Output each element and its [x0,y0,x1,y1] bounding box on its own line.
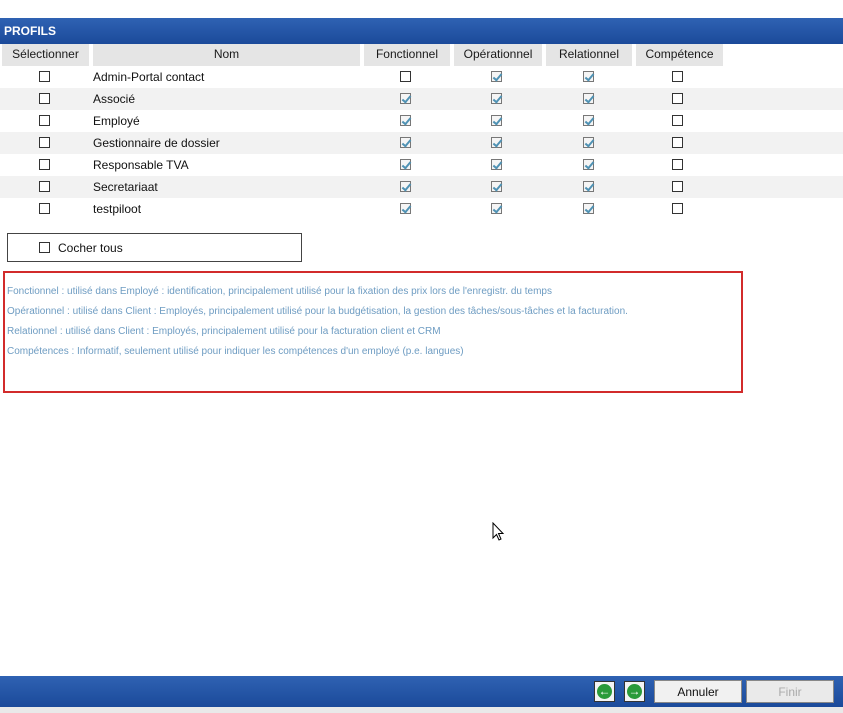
competence-checkbox[interactable] [672,203,683,214]
table-row: Admin-Portal contact [0,66,843,88]
column-header-operationnel: Opérationnel [454,44,542,66]
relationnel-checkbox[interactable] [583,203,594,214]
relationnel-checkbox[interactable] [583,181,594,192]
relationnel-checkbox[interactable] [583,71,594,82]
fonctionnel-checkbox[interactable] [400,159,411,170]
arrow-left-icon: ← [597,684,612,699]
select-checkbox[interactable] [39,115,50,126]
column-header-competence: Compétence [636,44,723,66]
fonctionnel-checkbox[interactable] [400,93,411,104]
fonctionnel-checkbox[interactable] [400,137,411,148]
top-blank-band [0,0,843,18]
select-checkbox[interactable] [39,203,50,214]
profile-name: Gestionnaire de dossier [93,136,220,150]
check-all-checkbox[interactable] [39,242,50,253]
column-header-fonctionnel: Fonctionnel [364,44,450,66]
column-header-relationnel: Relationnel [546,44,632,66]
check-all-container [7,233,302,262]
select-checkbox[interactable] [39,93,50,104]
fonctionnel-checkbox[interactable] [400,181,411,192]
operationnel-checkbox[interactable] [491,71,502,82]
cancel-button[interactable]: Annuler [654,680,742,703]
table-row: Responsable TVA [0,154,843,176]
relationnel-checkbox[interactable] [583,137,594,148]
table-row: Associé [0,88,843,110]
fonctionnel-checkbox[interactable] [400,71,411,82]
profile-name: Associé [93,92,136,106]
fonctionnel-checkbox[interactable] [400,203,411,214]
relationnel-checkbox[interactable] [583,159,594,170]
profile-name: Admin-Portal contact [93,70,205,84]
competence-checkbox[interactable] [672,181,683,192]
bottom-strip [0,707,843,713]
check-all-label[interactable]: Cocher tous [58,241,123,255]
operationnel-checkbox[interactable] [491,203,502,214]
section-title: PROFILS [0,18,843,44]
competence-checkbox[interactable] [672,93,683,104]
operationnel-checkbox[interactable] [491,93,502,104]
operationnel-checkbox[interactable] [491,181,502,192]
select-checkbox[interactable] [39,137,50,148]
next-button[interactable]: → [624,681,645,702]
profile-name: testpiloot [93,202,142,216]
profile-name: Responsable TVA [93,158,189,172]
select-checkbox[interactable] [39,181,50,192]
column-header-select: Sélectionner [2,44,89,66]
operationnel-checkbox[interactable] [491,159,502,170]
table-row: Gestionnaire de dossier [0,132,843,154]
fonctionnel-checkbox[interactable] [400,115,411,126]
previous-button[interactable]: ← [594,681,615,702]
profile-name: Secretariaat [93,180,158,194]
legend-competence: Compétences : Informatif, seulement util… [7,346,464,357]
operationnel-checkbox[interactable] [491,137,502,148]
legend-operationnel: Opérationnel : utilisé dans Client : Emp… [7,306,628,317]
competence-checkbox[interactable] [672,159,683,170]
table-row: testpiloot [0,198,843,220]
relationnel-checkbox[interactable] [583,115,594,126]
table-row: Secretariaat [0,176,843,198]
competence-checkbox[interactable] [672,137,683,148]
column-header-name: Nom [93,44,360,66]
legend-relationnel: Relationnel : utilisé dans Client : Empl… [7,326,441,337]
finish-button[interactable]: Finir [746,680,834,703]
relationnel-checkbox[interactable] [583,93,594,104]
select-checkbox[interactable] [39,71,50,82]
competence-checkbox[interactable] [672,71,683,82]
competence-checkbox[interactable] [672,115,683,126]
select-checkbox[interactable] [39,159,50,170]
mouse-cursor-icon [492,522,505,541]
table-row: Employé [0,110,843,132]
arrow-right-icon: → [627,684,642,699]
legend-fonctionnel: Fonctionnel : utilisé dans Employé : ide… [7,286,552,297]
profile-name: Employé [93,114,140,128]
operationnel-checkbox[interactable] [491,115,502,126]
